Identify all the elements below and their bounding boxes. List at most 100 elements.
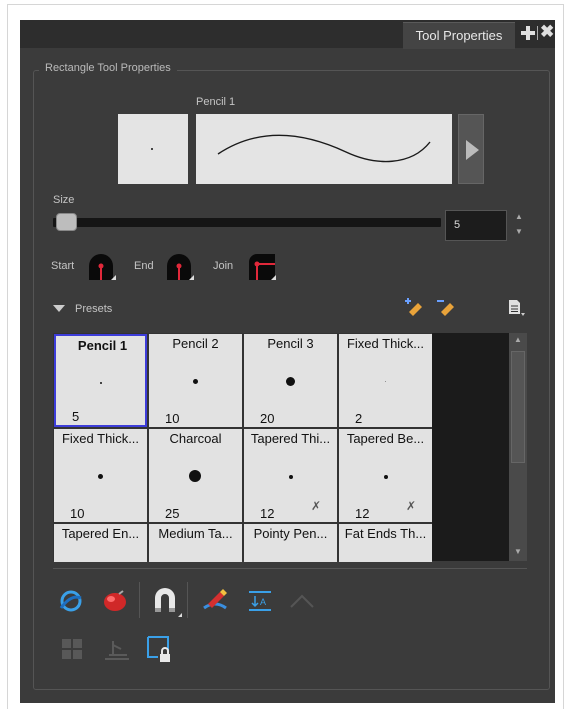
auto-fill-glyph [203,589,227,610]
delete-preset-icon[interactable] [435,297,457,322]
preset-cell-tapered-end[interactable]: Tapered En... [54,524,147,562]
preset-name: Fixed Thick... [346,336,425,351]
preset-size: 10 [165,411,180,426]
presets-grid-empty-area [432,333,509,561]
preset-cell-pencil-3[interactable]: Pencil 3 20 [244,334,337,427]
preset-cell-charcoal[interactable]: Charcoal 25 [149,429,242,522]
auto-fill-icon[interactable] [200,586,230,621]
preset-name: Pencil 3 [267,336,314,351]
preset-name: Charcoal [169,431,222,446]
size-field[interactable]: 5 [445,210,507,241]
match-camera-icon[interactable] [103,637,131,666]
preset-name: Pencil 1 [77,338,128,353]
new-preset-icon[interactable] [403,297,425,322]
snap-to-contour-icon[interactable] [149,584,183,623]
presets-menu-icon[interactable] [507,299,527,322]
grid-icon[interactable] [60,637,84,666]
preset-tip-dot [286,377,295,386]
preset-name: Pointy Pen... [253,526,328,541]
preset-name: Tapered Thi... [250,431,331,446]
preset-name: Pencil 2 [172,336,219,351]
group-title: Rectangle Tool Properties [39,62,177,74]
presets-scrollbar[interactable]: ▲ ▼ [509,333,527,561]
auto-flatten-glyph [59,590,82,612]
end-cap-glyph [167,254,194,280]
presets-grid: Pencil 1 5 Pencil 2 10 Pencil 3 20 Fixed… [53,333,432,562]
size-slider-handle[interactable] [56,213,77,231]
svg-text:A: A [260,597,266,607]
preset-name: Fixed Thick... [61,431,140,446]
scrollbar-thumb[interactable] [511,351,525,463]
preset-name: Tapered Be... [346,431,425,446]
start-cap-glyph [89,254,116,280]
preset-size: 5 [72,409,80,424]
arrange-glyph: A [249,591,271,611]
scroll-down-icon[interactable]: ▼ [514,547,522,556]
grid-glyph [62,639,82,659]
preset-size: 25 [165,506,180,521]
size-slider[interactable] [53,218,441,227]
preset-cell-fat-ends[interactable]: Fat Ends Th... [339,524,432,562]
invisible-lines-glyph [290,594,314,608]
preset-size: 12 [355,506,370,521]
tool-properties-panel: Tool Properties ✖ Rectangle Tool Propert… [20,20,555,703]
preset-tip-dot [189,470,201,482]
spin-down-icon[interactable]: ▼ [515,227,523,236]
lock-icon[interactable] [145,634,175,669]
presets-label: Presets [75,303,113,315]
brush-preview-name: Pencil 1 [196,96,236,108]
toolbar-divider [53,568,527,569]
toolbar-separator [139,582,140,618]
auto-create-color-art-icon[interactable] [101,588,129,619]
end-cap-label: End [134,260,154,272]
preset-tip-dot [100,382,102,384]
scroll-up-icon[interactable]: ▲ [514,335,522,344]
preset-name: Fat Ends Th... [344,526,427,541]
preset-cell-medium-tapered[interactable]: Medium Ta... [149,524,242,562]
arrange-icon[interactable]: A [247,588,273,619]
toolbar-separator [187,582,188,618]
new-preset-glyph [405,298,422,316]
spin-up-icon[interactable]: ▲ [515,212,523,221]
preset-tip-dot [193,379,198,384]
preset-tip-dot [385,381,386,382]
preset-size: 12 [260,506,275,521]
brush-stroke-preview [196,114,452,184]
preset-size: 20 [260,411,275,426]
preset-name: Tapered En... [61,526,140,541]
preset-tip-dot [98,474,103,479]
join-round-icon[interactable] [247,252,276,280]
pin-icon: ✗ [405,499,416,513]
preset-cell-fixed-thick-1[interactable]: Fixed Thick... 2 [339,334,432,427]
tab-tool-properties[interactable]: Tool Properties [403,22,515,49]
brush-preview-toggle-button[interactable] [458,114,484,184]
collapse-arrow-icon[interactable] [53,305,65,312]
preset-cell-tapered-beginning[interactable]: Tapered Be... 12 ✗ [339,429,432,522]
preset-cell-tapered-thin[interactable]: Tapered Thi... 12 ✗ [244,429,337,522]
preset-cell-pointy-pen[interactable]: Pointy Pen... [244,524,337,562]
stroke-preview-curve [217,134,431,163]
preset-name: Medium Ta... [158,526,233,541]
end-cap-round-icon[interactable] [165,252,194,280]
preset-cell-pencil-1[interactable]: Pencil 1 5 [54,334,147,427]
preset-size: 10 [70,506,85,521]
match-camera-glyph [105,641,129,660]
brush-tip-dot [151,148,153,150]
pin-icon: ✗ [310,499,321,513]
start-cap-round-icon[interactable] [87,252,116,280]
preset-tip-dot [289,475,293,479]
tab-divider [537,26,538,40]
plus-icon[interactable] [520,25,536,41]
invisible-lines-icon[interactable] [288,591,316,616]
auto-create-color-art-glyph [104,590,126,611]
preset-cell-pencil-2[interactable]: Pencil 2 10 [149,334,242,427]
start-cap-label: Start [51,260,75,272]
tab-bar: Tool Properties ✖ [20,20,555,49]
join-glyph [249,254,276,280]
preset-cell-fixed-thick-2[interactable]: Fixed Thick... 10 [54,429,147,522]
close-icon[interactable]: ✖ [540,22,554,42]
preset-size: 2 [355,411,363,426]
lock-glyph [147,636,170,662]
auto-flatten-icon[interactable] [57,588,85,619]
presets-menu-glyph [509,300,525,316]
